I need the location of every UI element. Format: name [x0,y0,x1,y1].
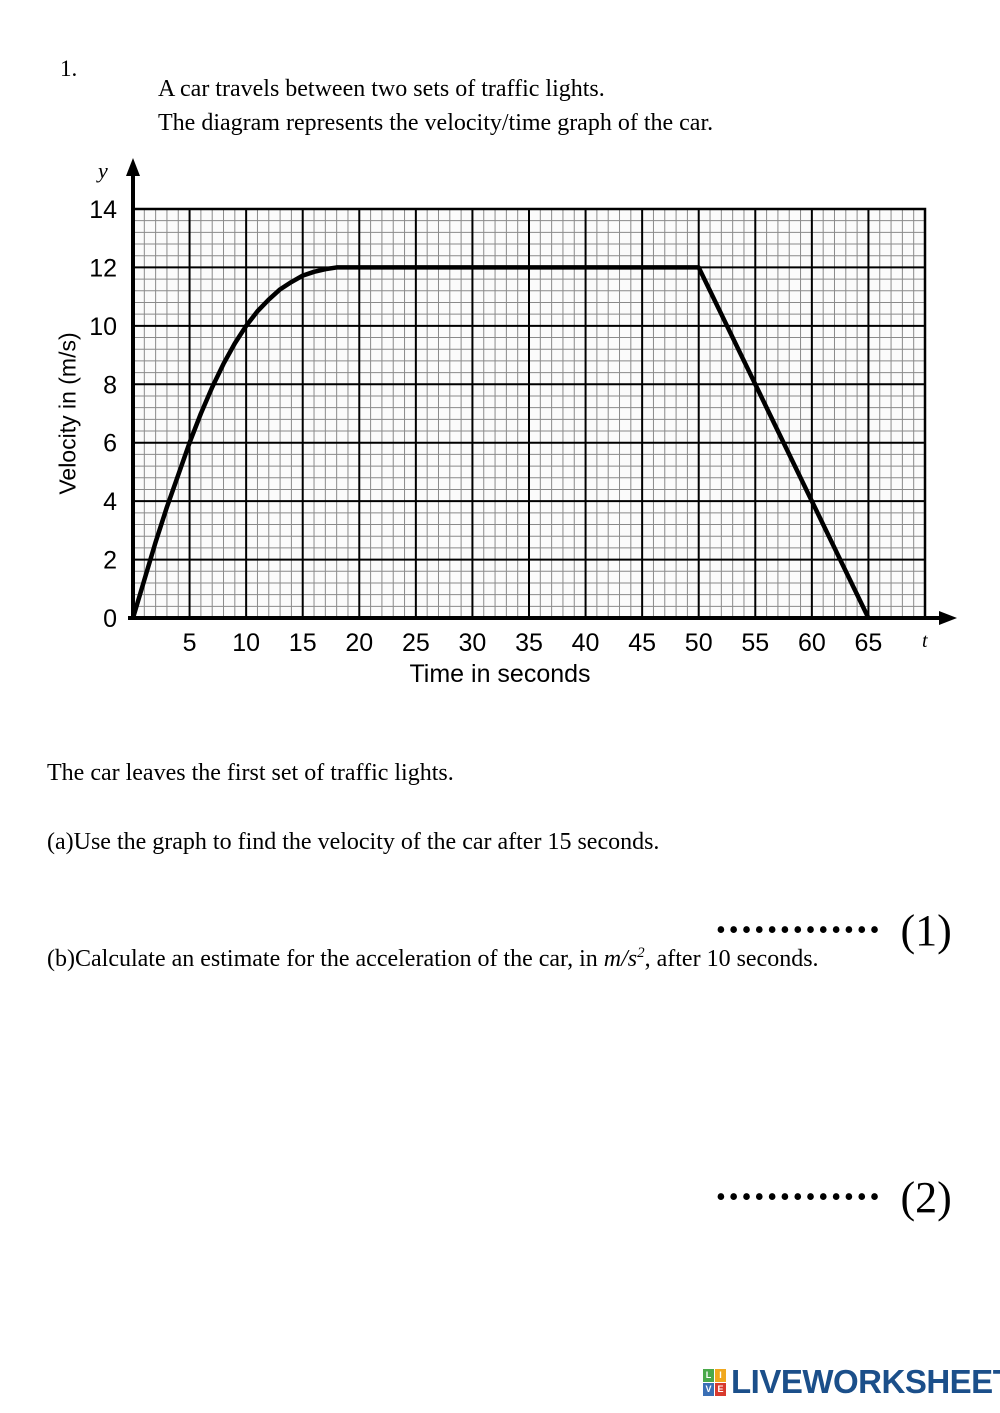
logo-tile-e: E [715,1382,726,1396]
x-tick-15: 15 [289,629,317,657]
x-tick-35: 35 [515,629,543,657]
x-tick-60: 60 [798,629,826,657]
x-tick-55: 55 [741,629,769,657]
question-number: 1. [60,56,78,81]
x-tick-65: 65 [855,629,883,657]
mark-a: (1) [900,906,952,955]
part-b-pre: (b)Calculate an estimate for the acceler… [47,946,604,972]
question-line-1: A car travels between two sets of traffi… [158,76,605,102]
answer-line-b: ••••••••••••• (2) [716,1172,952,1223]
logo-tiles-icon: LIVE [703,1368,726,1396]
logo-tile-i: I [715,1368,726,1382]
y-tick-10: 10 [89,313,117,341]
mark-b: (2) [900,1173,952,1222]
part-b-units: m/s [603,946,638,972]
x-tick-30: 30 [459,629,487,657]
part-b-exponent: 2 [637,945,645,961]
y-tick-6: 6 [103,430,117,458]
graph-canvas: 5 10 15 20 25 30 35 40 45 50 55 60 65 0 2 4 6 8 10 12 14 [89,158,957,657]
x-tick-45: 45 [628,629,656,657]
lead-text: The car leaves the first set of traffic … [47,760,454,786]
x-tick-5: 5 [183,629,197,657]
x-tick-40: 40 [572,629,600,657]
x-tick-25: 25 [402,629,430,657]
y-tick-2: 2 [103,547,117,575]
y-tick-0: 0 [103,605,117,633]
part-a-text: (a)Use the graph to find the velocity of… [47,829,660,855]
y-tick-12: 12 [89,254,117,282]
y-tick-4: 4 [103,488,117,516]
logo-tile-v: V [703,1382,714,1396]
liveworksheets-logo[interactable]: LIVE LIVEWORKSHEETS [703,1363,1000,1401]
y-tick-8: 8 [103,371,117,399]
grid-lines [131,207,927,620]
logo-tile-l: L [703,1368,714,1382]
x-tick-10: 10 [232,629,260,657]
velocity-time-graph: Velocity in (m/s) y t Time in seconds 51… [0,150,1000,710]
question-line-2: The diagram represents the velocity/time… [158,110,714,136]
answer-dots-b[interactable]: ••••••••••••• [716,1182,882,1214]
y-tick-14: 14 [89,196,117,224]
x-tick-20: 20 [345,629,373,657]
question-heading: A car travels between two sets of traffi… [158,72,713,140]
x-tick-50: 50 [685,629,713,657]
logo-wordmark: LIVEWORKSHEETS [731,1363,1000,1400]
worksheet-page: 1. A car travels between two sets of tra… [0,0,1000,1413]
part-b-text: (b)Calculate an estimate for the acceler… [47,938,819,974]
part-b-post: , after 10 seconds. [644,946,819,972]
